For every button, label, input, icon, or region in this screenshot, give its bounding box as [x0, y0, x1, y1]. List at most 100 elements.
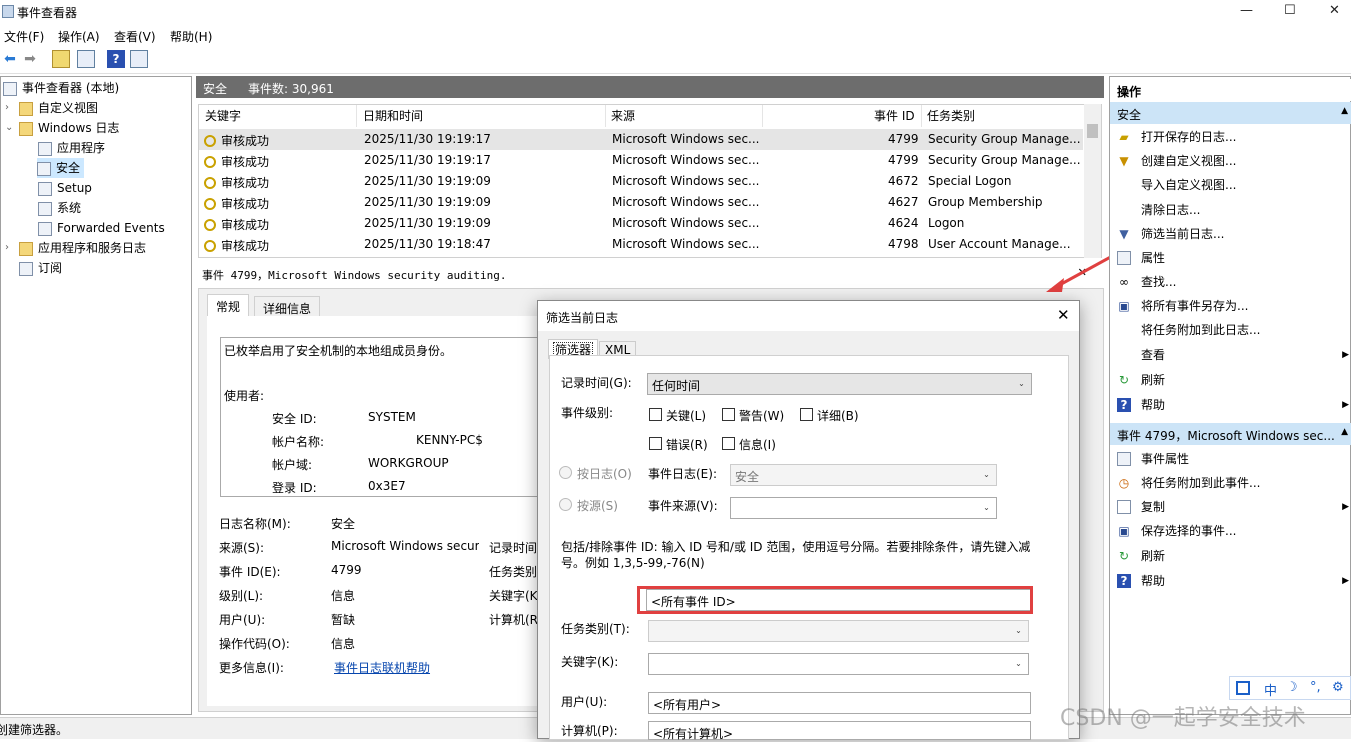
- column-divider[interactable]: [921, 105, 922, 127]
- warning-checkbox[interactable]: [722, 408, 735, 421]
- action-event-properties[interactable]: 事件属性: [1110, 447, 1351, 471]
- action-help-event[interactable]: ? 帮助 ▶: [1110, 569, 1351, 593]
- computer-input[interactable]: <所有计算机>: [648, 721, 1031, 741]
- up-folder-icon[interactable]: [52, 50, 70, 68]
- critical-checkbox[interactable]: [649, 408, 662, 421]
- event-list-scrollbar[interactable]: [1084, 104, 1101, 258]
- action-refresh[interactable]: ↻ 刷新: [1110, 368, 1351, 392]
- help-icon[interactable]: ?: [107, 50, 125, 68]
- ime-punctuation-icon[interactable]: °,: [1310, 680, 1321, 695]
- column-divider[interactable]: [605, 105, 606, 127]
- back-icon[interactable]: ⬅: [1, 50, 19, 68]
- forward-icon[interactable]: ➡: [21, 50, 39, 68]
- action-help[interactable]: ? 帮助 ▶: [1110, 393, 1351, 417]
- collapse-icon[interactable]: ⌄: [5, 122, 13, 133]
- chevron-down-icon: ⌄: [983, 503, 990, 512]
- minimize-button[interactable]: —: [1240, 3, 1253, 18]
- action-save-selected-events[interactable]: ▣ 保存选择的事件...: [1110, 519, 1351, 543]
- maximize-button[interactable]: ☐: [1284, 3, 1296, 18]
- tree-application-log[interactable]: 应用程序: [38, 138, 105, 158]
- actions-section-event[interactable]: 事件 4799，Microsoft Windows sec... ▲: [1110, 423, 1351, 445]
- column-header-source[interactable]: 来源: [611, 107, 635, 124]
- event-id-cell: 4798: [888, 237, 919, 251]
- action-open-saved-log[interactable]: ▰ 打开保存的日志...: [1110, 125, 1351, 149]
- tree-forwarded-events[interactable]: Forwarded Events: [38, 218, 165, 238]
- close-window-button[interactable]: ✕: [1329, 3, 1340, 18]
- keyword-cell: 审核成功: [204, 195, 269, 212]
- scrollbar-thumb[interactable]: [1087, 124, 1098, 138]
- by-log-radio[interactable]: [559, 466, 572, 479]
- actions-section-security[interactable]: 安全 ▲: [1110, 102, 1351, 124]
- tree-setup-log[interactable]: Setup: [38, 178, 92, 198]
- tree-subscriptions[interactable]: 订阅: [19, 258, 62, 278]
- log-icon: [38, 181, 52, 196]
- event-source-select[interactable]: ⌄: [730, 497, 997, 519]
- tab-general[interactable]: 常规: [207, 294, 250, 316]
- table-row[interactable]: 审核成功 2025/11/30 19:19:17 Microsoft Windo…: [199, 150, 1083, 171]
- ime-settings-icon[interactable]: ⚙: [1332, 680, 1344, 695]
- menu-file[interactable]: 文件(F): [4, 28, 44, 45]
- collapse-section-icon[interactable]: ▲: [1341, 427, 1348, 437]
- watermark: CSDN @一起学安全技术: [1060, 706, 1306, 731]
- table-row[interactable]: 审核成功 2025/11/30 19:19:17 Microsoft Windo…: [199, 129, 1083, 150]
- tree-root[interactable]: 事件查看器 (本地): [3, 78, 119, 98]
- table-row[interactable]: 审核成功 2025/11/30 19:19:09 Microsoft Windo…: [199, 192, 1083, 213]
- tab-details[interactable]: 详细信息: [254, 296, 321, 318]
- task-category-select[interactable]: ⌄: [648, 620, 1029, 642]
- tree-label: 安全: [56, 161, 81, 175]
- description-text: 已枚举启用了安全机制的本地组成员身份。: [224, 344, 453, 358]
- show-hide-tree-icon[interactable]: [77, 50, 95, 68]
- action-refresh-event[interactable]: ↻ 刷新: [1110, 544, 1351, 568]
- menu-view[interactable]: 查看(V): [114, 28, 156, 45]
- tree-label: Windows 日志: [38, 121, 120, 135]
- column-divider[interactable]: [356, 105, 357, 127]
- column-header-datetime[interactable]: 日期和时间: [363, 107, 423, 124]
- warning-label: 警告(W): [739, 409, 785, 423]
- tree-windows-logs[interactable]: Windows 日志: [19, 118, 119, 138]
- ime-mode-icon[interactable]: [1236, 681, 1250, 695]
- information-checkbox[interactable]: [722, 437, 735, 450]
- keywords-select[interactable]: ⌄: [648, 653, 1029, 675]
- action-clear-log[interactable]: 清除日志...: [1110, 198, 1351, 222]
- column-divider[interactable]: [762, 105, 763, 127]
- tree-system-log[interactable]: 系统: [38, 198, 81, 218]
- user-input[interactable]: <所有用户>: [648, 692, 1031, 714]
- action-attach-task-to-log[interactable]: 将任务附加到此日志...: [1110, 318, 1351, 342]
- action-create-custom-view[interactable]: ▼ 创建自定义视图...: [1110, 149, 1351, 173]
- keywords-label: 关键字(K: [489, 589, 538, 603]
- table-row[interactable]: 审核成功 2025/11/30 19:19:09 Microsoft Windo…: [199, 171, 1083, 192]
- action-save-all-events[interactable]: ▣ 将所有事件另存为...: [1110, 294, 1351, 318]
- action-import-custom-view[interactable]: 导入自定义视图...: [1110, 173, 1351, 197]
- tree-security-log[interactable]: 安全: [37, 158, 85, 178]
- by-source-radio[interactable]: [559, 498, 572, 511]
- keyword-text: 审核成功: [221, 155, 270, 169]
- collapse-section-icon[interactable]: ▲: [1341, 106, 1348, 116]
- menu-action[interactable]: 操作(A): [58, 28, 100, 45]
- show-hide-action-pane-icon[interactable]: [130, 50, 148, 68]
- expand-icon[interactable]: ›: [5, 102, 9, 113]
- column-header-event-id[interactable]: 事件 ID: [874, 107, 915, 124]
- tree-custom-views[interactable]: 自定义视图: [19, 98, 98, 118]
- tree-app-services-logs[interactable]: 应用程序和服务日志: [19, 238, 146, 258]
- expand-icon[interactable]: ›: [5, 242, 9, 253]
- online-help-link[interactable]: 事件日志联机帮助: [334, 659, 430, 676]
- table-row[interactable]: 审核成功 2025/11/30 19:18:47 Microsoft Windo…: [199, 234, 1083, 255]
- ime-moon-icon[interactable]: ☽: [1286, 680, 1298, 695]
- log-name: 安全: [203, 82, 228, 96]
- action-view[interactable]: 查看 ▶: [1110, 343, 1351, 367]
- dialog-close-icon[interactable]: ✕: [1057, 306, 1070, 324]
- verbose-checkbox[interactable]: [800, 408, 813, 421]
- action-attach-task-to-event[interactable]: ◷ 将任务附加到此事件...: [1110, 471, 1351, 495]
- menu-help[interactable]: 帮助(H): [170, 28, 212, 45]
- column-header-task-category[interactable]: 任务类别: [927, 107, 975, 124]
- event-logs-select[interactable]: 安全 ⌄: [730, 464, 997, 486]
- ime-chinese-toggle[interactable]: 中: [1264, 680, 1277, 699]
- action-filter-current-log[interactable]: ▼ 筛选当前日志...: [1110, 222, 1351, 246]
- table-row[interactable]: 审核成功 2025/11/30 19:19:09 Microsoft Windo…: [199, 213, 1083, 234]
- error-checkbox[interactable]: [649, 437, 662, 450]
- logged-select[interactable]: 任何时间 ⌄: [647, 373, 1032, 395]
- column-header-keywords[interactable]: 关键字: [205, 107, 241, 124]
- action-copy[interactable]: 复制 ▶: [1110, 495, 1351, 519]
- action-find[interactable]: ∞ 查找...: [1110, 270, 1351, 294]
- action-properties[interactable]: 属性: [1110, 246, 1351, 270]
